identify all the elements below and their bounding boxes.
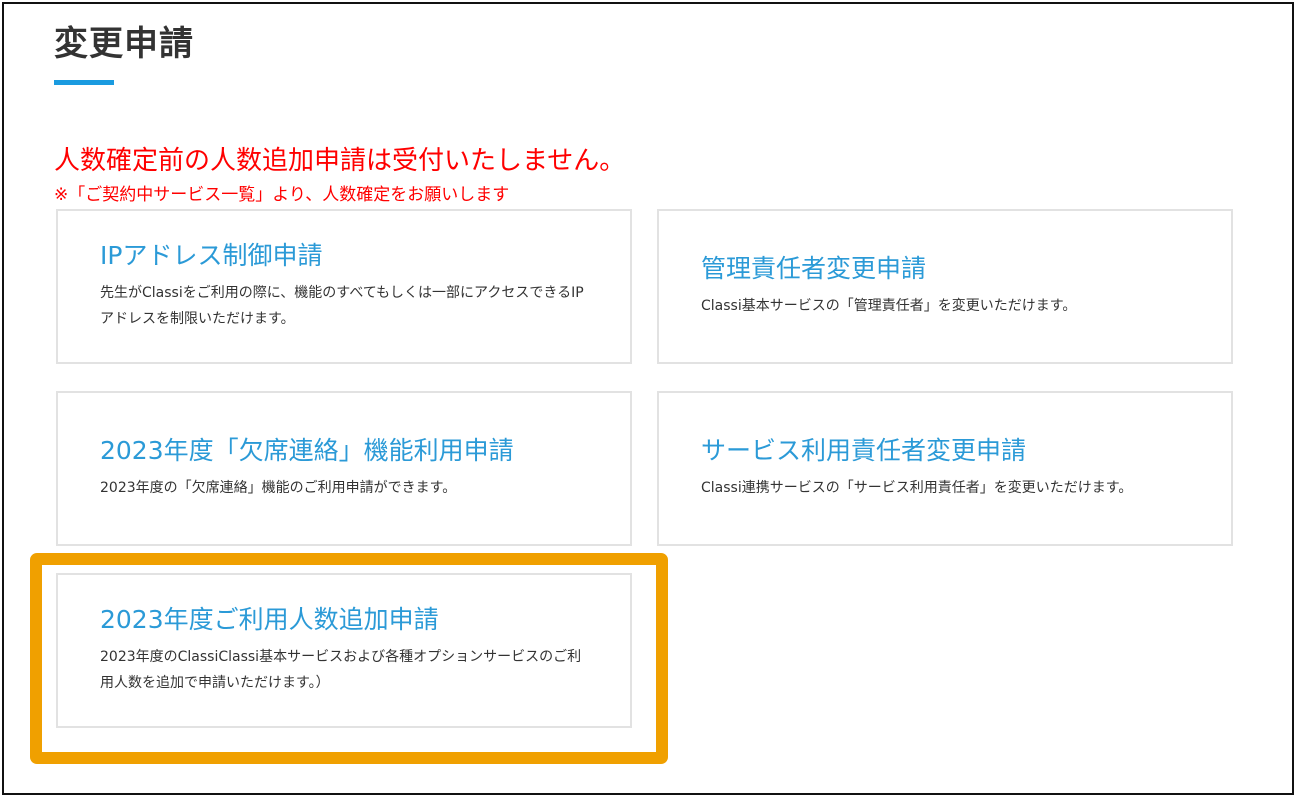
card-title[interactable]: 管理責任者変更申請 [701,253,1191,286]
card-description: 2023年度のClassiClassi基本サービスおよび各種オプションサービスの… [100,648,582,691]
card-title[interactable]: IPアドレス制御申請 [100,240,590,273]
card-user-count-addition[interactable]: 2023年度ご利用人数追加申請 2023年度のClassiClassi基本サービ… [56,573,632,728]
card-title[interactable]: 2023年度「欠席連絡」機能利用申請 [100,435,590,468]
page-title: 変更申請 [54,24,194,64]
card-description: Classi連携サービスの「サービス利用責任者」を変更いただけます。 [701,479,1133,496]
card-title[interactable]: 2023年度ご利用人数追加申請 [100,604,590,637]
card-title[interactable]: サービス利用責任者変更申請 [701,435,1191,468]
notice-sub-text: ※「ご契約中サービス一覧」より、人数確定をお願いします [54,185,510,205]
card-description: 2023年度の「欠席連絡」機能のご利用申請ができます。 [100,479,457,496]
card-description: 先生がClassiをご利用の際に、機能のすべてもしくは一部にアクセスできるIPア… [100,284,584,327]
card-description: Classi基本サービスの「管理責任者」を変更いただけます。 [701,297,1077,314]
card-admin-change[interactable]: 管理責任者変更申請 Classi基本サービスの「管理責任者」を変更いただけます。 [657,209,1233,364]
card-absence-notice[interactable]: 2023年度「欠席連絡」機能利用申請 2023年度の「欠席連絡」機能のご利用申請… [56,391,632,546]
screenshot-frame: 変更申請 人数確定前の人数追加申請は受付いたしません。 ※「ご契約中サービス一覧… [2,2,1294,795]
notice-main-text: 人数確定前の人数追加申請は受付いたしません。 [54,146,626,176]
card-ip-address-control[interactable]: IPアドレス制御申請 先生がClassiをご利用の際に、機能のすべてもしくは一部… [56,209,632,364]
card-service-manager-change[interactable]: サービス利用責任者変更申請 Classi連携サービスの「サービス利用責任者」を変… [657,391,1233,546]
title-underline [54,80,114,85]
